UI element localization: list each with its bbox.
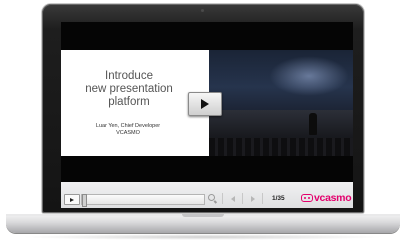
page-counter: 1/35 xyxy=(272,195,285,202)
presenter-name: Luar Yen, Chief Developer xyxy=(95,123,161,129)
speaker xyxy=(309,113,317,135)
projection-screen xyxy=(269,56,349,96)
divider xyxy=(222,193,223,204)
magnifier-icon xyxy=(208,194,215,201)
seek-bar[interactable] xyxy=(81,194,205,207)
laptop-screen: Introduce new presentation platform Luar… xyxy=(61,22,353,208)
next-slide-button[interactable] xyxy=(247,193,258,204)
video-area: Introduce new presentation platform Luar… xyxy=(61,22,353,182)
previous-icon xyxy=(230,195,235,202)
slide-title-line-2: new presentation xyxy=(85,83,173,95)
next-icon xyxy=(250,195,255,202)
base-notch xyxy=(182,214,224,217)
presenter-company: VCASMO xyxy=(116,130,140,136)
control-play-button[interactable] xyxy=(64,194,80,205)
play-icon xyxy=(201,99,209,109)
vcasmo-logo-icon xyxy=(301,194,313,202)
slide-title-line-3: platform xyxy=(108,96,150,108)
player-controls: 1/35 vcasmo xyxy=(61,182,353,208)
divider xyxy=(242,193,243,204)
camera-icon xyxy=(201,9,204,12)
play-icon xyxy=(70,197,74,202)
audience xyxy=(209,138,353,156)
slide-title-line-1: Introduce xyxy=(105,70,153,82)
presentation-slide: Introduce new presentation platform Luar… xyxy=(61,50,209,156)
play-button[interactable] xyxy=(188,92,222,116)
divider xyxy=(262,193,263,204)
previous-slide-button[interactable] xyxy=(227,193,238,204)
brand-logo[interactable]: vcasmo xyxy=(301,192,352,204)
speaker-video xyxy=(209,50,353,156)
laptop-base xyxy=(6,214,400,233)
slide-presenter: Luar Yen, Chief Developer VCASMO xyxy=(61,123,195,137)
zoom-button[interactable] xyxy=(207,193,218,204)
slide-title: Introduce new presentation platform xyxy=(61,70,197,109)
laptop-shadow xyxy=(20,234,386,240)
brand-name: vcasmo xyxy=(314,192,352,204)
seek-handle[interactable] xyxy=(82,194,87,207)
